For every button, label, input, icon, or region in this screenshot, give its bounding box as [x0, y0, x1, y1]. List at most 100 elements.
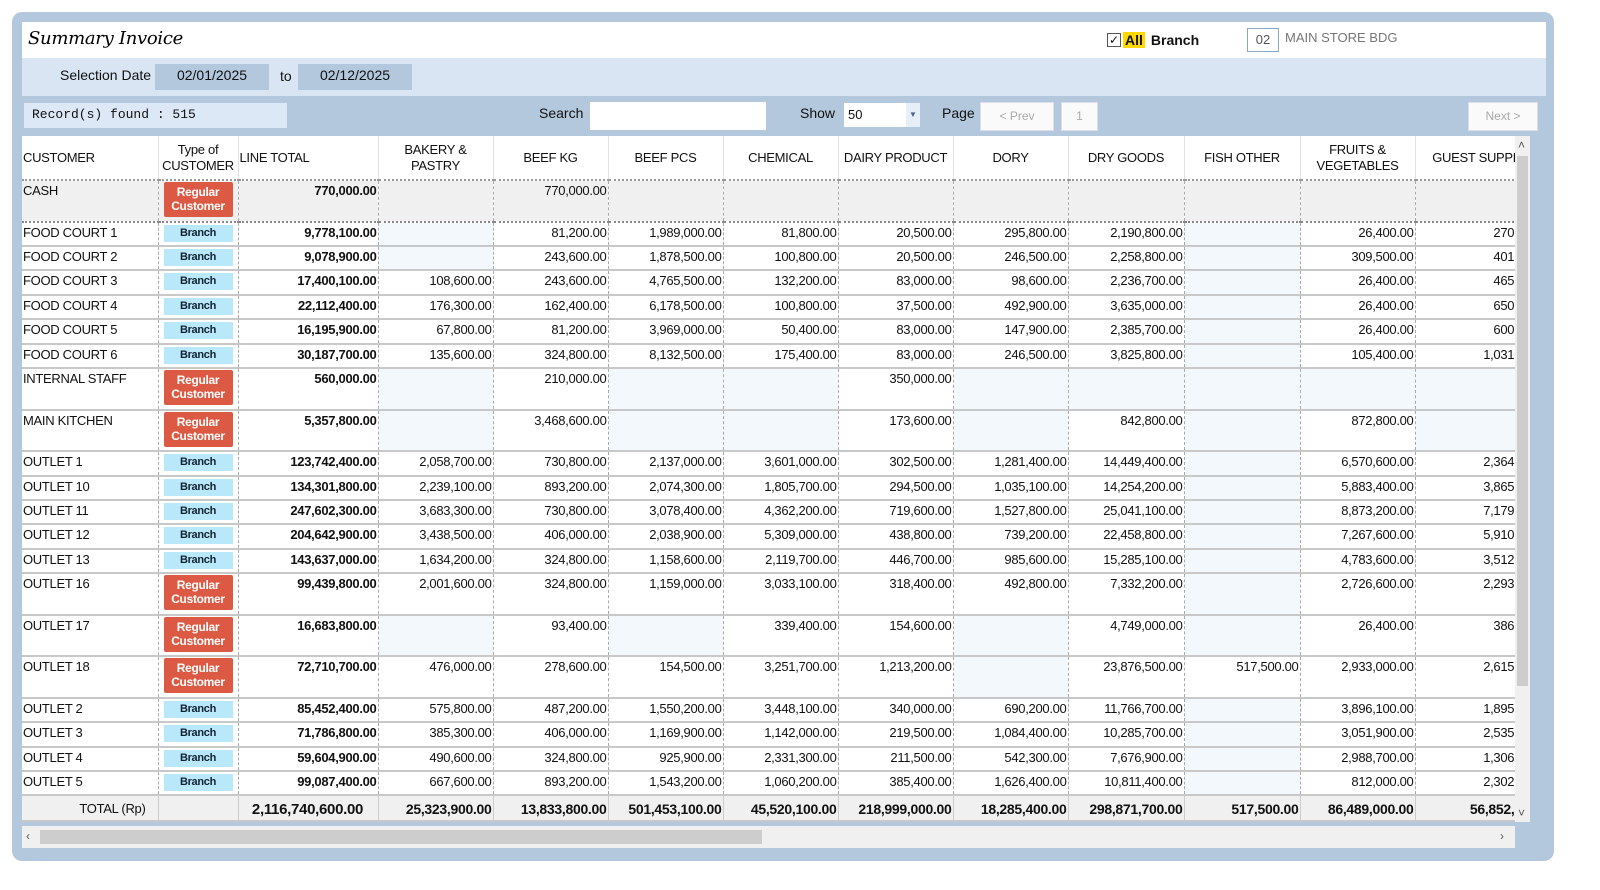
amount-cell: 3,448,100.00	[723, 697, 839, 724]
all-branch-checkbox[interactable]: ✓ All Branch	[1107, 32, 1199, 48]
column-header[interactable]: BEEF KG	[493, 136, 609, 181]
show-select[interactable]: 50 ▼	[844, 103, 920, 127]
table-row[interactable]: OUTLET 4 Branch 59,604,900.00 490,600.00 324…	[22, 746, 1515, 773]
scroll-right-icon[interactable]: ›	[1500, 829, 1504, 843]
date-from-input[interactable]: 02/01/2025	[155, 64, 269, 90]
amount-cell: 22,458,800.00	[1068, 524, 1185, 550]
page-label: Page	[942, 105, 975, 121]
amount-cell: 1,895,200.00	[1415, 697, 1515, 724]
column-header[interactable]: DORY	[953, 136, 1069, 181]
customer-cell: FOOD COURT 1	[22, 221, 159, 248]
to-label: to	[280, 68, 292, 84]
next-button[interactable]: Next >	[1468, 102, 1538, 131]
amount-cell: 243,600.00	[493, 270, 609, 296]
customer-type-cell: Branch	[158, 270, 239, 296]
checkbox-checked-icon[interactable]: ✓	[1107, 33, 1121, 47]
table-row[interactable]: OUTLET 18 Regular Customer 72,710,700.00 47…	[22, 656, 1515, 699]
horizontal-scrollbar[interactable]: ‹ ›	[22, 826, 1515, 848]
table-row[interactable]: OUTLET 16 Regular Customer 99,439,800.00 2,…	[22, 573, 1515, 616]
amount-cell: 476,000.00	[378, 656, 494, 699]
branch-badge: Branch	[163, 725, 233, 743]
customer-cell: OUTLET 10	[22, 475, 159, 501]
column-header[interactable]: BAKERY & PASTRY	[378, 136, 494, 181]
amount-cell	[723, 409, 839, 453]
table-row[interactable]: FOOD COURT 2 Branch 9,078,900.00 243,600.00…	[22, 245, 1515, 272]
branch-badge: Branch	[163, 322, 233, 340]
table-row[interactable]: OUTLET 11 Branch 247,602,300.00 3,683,300.0…	[22, 499, 1515, 526]
amount-cell: 4,783,600.00	[1300, 548, 1416, 575]
line-total-cell: 17,400,100.00	[238, 270, 379, 296]
table-row[interactable]: OUTLET 5 Branch 99,087,400.00 667,600.00 893…	[22, 771, 1515, 797]
scroll-left-icon[interactable]: ‹	[26, 829, 30, 843]
amount-cell	[1184, 524, 1301, 550]
chevron-down-icon[interactable]: ▼	[906, 103, 920, 127]
table-row[interactable]: FOOD COURT 1 Branch 9,778,100.00 81,200.00 1…	[22, 221, 1515, 248]
horizontal-scroll-thumb[interactable]	[40, 830, 762, 844]
amount-cell: 246,500.00	[953, 343, 1069, 369]
table-row[interactable]: OUTLET 10 Branch 134,301,800.00 2,239,100.0…	[22, 475, 1515, 501]
amount-cell	[1068, 180, 1185, 223]
table-row[interactable]: OUTLET 13 Branch 143,637,000.00 1,634,200.0…	[22, 548, 1515, 575]
amount-cell: 2,385,700.00	[1068, 319, 1185, 345]
amount-cell: 5,309,000.00	[723, 524, 839, 550]
amount-cell: 324,800.00	[493, 573, 609, 616]
table-row[interactable]: OUTLET 1 Branch 123,742,400.00 2,058,700.00…	[22, 451, 1515, 477]
amount-cell: 26,400.00	[1300, 614, 1416, 658]
customer-cell: OUTLET 18	[22, 656, 159, 699]
customer-cell: FOOD COURT 6	[22, 343, 159, 369]
table-row[interactable]: FOOD COURT 5 Branch 16,195,900.00 67,800.00…	[22, 319, 1515, 345]
amount-cell: 10,285,700.00	[1068, 722, 1185, 748]
customer-type-cell: Regular Customer	[158, 573, 239, 616]
column-header[interactable]: Type of CUSTOMER	[158, 136, 239, 181]
customer-type-cell: Branch	[158, 697, 239, 724]
table-row[interactable]: OUTLET 17 Regular Customer 16,683,800.00 93…	[22, 614, 1515, 658]
table-row[interactable]: FOOD COURT 3 Branch 17,400,100.00 108,600.0…	[22, 270, 1515, 296]
table-row[interactable]: OUTLET 3 Branch 71,786,800.00 385,300.00 406…	[22, 722, 1515, 748]
branch-badge: Branch	[163, 502, 233, 520]
amount-cell: 2,058,700.00	[378, 451, 494, 477]
prev-button[interactable]: < Prev	[980, 102, 1054, 131]
table-row[interactable]: OUTLET 2 Branch 85,452,400.00 575,800.00 487…	[22, 697, 1515, 724]
amount-cell	[1184, 697, 1301, 724]
date-to-input[interactable]: 02/12/2025	[298, 64, 412, 90]
amount-cell: 386,300.00	[1415, 614, 1515, 658]
amount-cell: 719,600.00	[838, 499, 954, 526]
column-header[interactable]: LINE TOTAL	[238, 136, 379, 181]
vertical-scrollbar[interactable]: ˄ ˅	[1515, 136, 1530, 822]
column-header[interactable]: DRY GOODS	[1068, 136, 1185, 181]
vertical-scroll-thumb[interactable]	[1517, 156, 1528, 686]
amount-cell	[1184, 573, 1301, 616]
column-header[interactable]: CHEMICAL	[723, 136, 839, 181]
amount-cell: 1,213,200.00	[838, 656, 954, 699]
table-row[interactable]: CASH Regular Customer 770,000.00 770,000.00	[22, 180, 1515, 223]
column-header[interactable]: DAIRY PRODUCT	[838, 136, 954, 181]
table-row[interactable]: MAIN KITCHEN Regular Customer 5,357,800.00…	[22, 409, 1515, 453]
store-code-field[interactable]: 02	[1247, 28, 1279, 52]
table-row[interactable]: FOOD COURT 6 Branch 30,187,700.00 135,600.0…	[22, 343, 1515, 369]
column-header[interactable]: FISH OTHER	[1184, 136, 1301, 181]
amount-cell	[1184, 614, 1301, 658]
amount-cell: 67,800.00	[378, 319, 494, 345]
column-header[interactable]: CUSTOMER	[22, 136, 159, 181]
table-row[interactable]: FOOD COURT 4 Branch 22,112,400.00 176,300.0…	[22, 294, 1515, 321]
records-found: Record(s) found : 515	[24, 103, 287, 128]
table-row[interactable]: OUTLET 12 Branch 204,642,900.00 3,438,500.0…	[22, 524, 1515, 550]
selection-date-label: Selection Date	[60, 67, 152, 83]
scroll-up-icon[interactable]: ˄	[1518, 138, 1525, 152]
column-header[interactable]: BEEF PCS	[608, 136, 724, 181]
amount-cell: 3,683,300.00	[378, 499, 494, 526]
amount-cell	[1184, 245, 1301, 272]
search-input[interactable]	[590, 102, 766, 130]
column-header[interactable]: FRUITS & VEGETABLES	[1300, 136, 1416, 181]
column-header[interactable]: GUEST SUPPLIES	[1415, 136, 1515, 181]
amount-cell: 324,800.00	[493, 746, 609, 773]
scroll-down-icon[interactable]: ˅	[1518, 806, 1525, 820]
customer-type-cell: Regular Customer	[158, 409, 239, 453]
table-row[interactable]: INTERNAL STAFF Regular Customer 560,000.00…	[22, 367, 1515, 411]
page-number[interactable]: 1	[1061, 102, 1098, 131]
search-label: Search	[539, 105, 584, 121]
amount-cell: 20,500.00	[838, 245, 954, 272]
line-total-cell: 71,786,800.00	[238, 722, 379, 748]
amount-cell	[608, 367, 724, 411]
amount-cell: 872,800.00	[1300, 409, 1416, 453]
